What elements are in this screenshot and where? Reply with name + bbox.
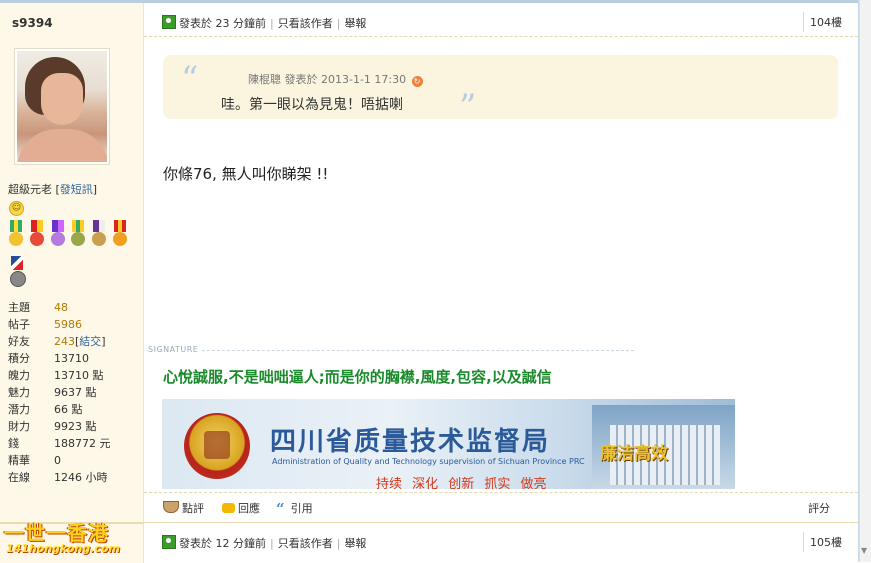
- quote-icon: “: [276, 500, 285, 518]
- stat-money: 錢 188772 元: [8, 437, 111, 450]
- post-time: 發表於 23 分鐘前: [179, 17, 266, 30]
- user-stats: 主題 48 帖子 5986 好友 243[結交] 積分 13710 魄力 13710 點 …: [8, 299, 111, 486]
- medal-row: [8, 220, 138, 253]
- author-name[interactable]: s9394: [12, 16, 53, 30]
- site-logo: 一世一香港 141hongkong.com: [2, 517, 130, 562]
- quote-header: 陳棍聰 發表於 2013-1-1 17:30 ↻: [248, 71, 423, 87]
- post-message: 你條76, 無人叫你睇架 !!: [163, 165, 329, 183]
- send-message-link[interactable]: 發短訊: [60, 183, 93, 196]
- add-friend-link[interactable]: 結交: [79, 335, 101, 348]
- signature-text: 心悅誠服,不是咄咄逼人;而是你的胸襟,風度,包容,以及誠信: [163, 368, 552, 386]
- next-only-author-link[interactable]: 只看該作者: [278, 537, 333, 550]
- online-status-icon: [162, 15, 176, 29]
- only-author-link[interactable]: 只看該作者: [278, 17, 333, 30]
- stat-power: 魄力 13710 點: [8, 369, 104, 382]
- author-sidebar: s9394 超級元老 [發短訊] ☺ 主題 48 帖子 5986 好友 243[結交]…: [0, 3, 144, 493]
- next-post-time: 發表於 12 分鐘前: [179, 537, 266, 550]
- stat-credits: 積分 13710: [8, 352, 89, 365]
- stat-posts-value[interactable]: 5986: [54, 318, 82, 331]
- report-link[interactable]: 舉報: [344, 17, 366, 30]
- post-actions: 點評 回應 “引用 評分: [144, 492, 858, 521]
- next-floor-number[interactable]: 105樓: [803, 532, 848, 552]
- medal-icon[interactable]: [8, 220, 24, 250]
- avatar-photo: [17, 51, 107, 162]
- vertical-scrollbar[interactable]: [859, 0, 871, 562]
- medal-icon[interactable]: [50, 220, 66, 250]
- stat-wealth: 財力 9923 點: [8, 420, 97, 433]
- medal-icon[interactable]: [91, 220, 107, 250]
- avatar[interactable]: [14, 48, 110, 165]
- next-post-header: 發表於 12 分鐘前 | 只看該作者 | 舉報 105樓: [144, 528, 858, 556]
- banner-subtitle: Administration of Quality and Technology…: [272, 457, 585, 466]
- stat-online: 在線 1246 小時: [8, 471, 108, 484]
- banner-stamp: 廉洁高效: [600, 444, 668, 464]
- jump-to-post-icon[interactable]: ↻: [411, 76, 423, 87]
- quote-text: 哇。第一眼以為見鬼！唔掂喇: [221, 97, 403, 113]
- medal-icon[interactable]: [112, 220, 128, 250]
- quote-block: “ 陳棍聰 發表於 2013-1-1 17:30 ↻ 哇。第一眼以為見鬼！唔掂喇…: [163, 55, 838, 127]
- post-meta: 發表於 23 分鐘前 | 只看該作者 | 舉報: [162, 15, 366, 31]
- rank-label: 超級元老: [8, 183, 52, 196]
- stat-digest: 精華 0: [8, 454, 61, 467]
- signature-label: SIGNATURE: [148, 345, 203, 354]
- reply-icon: [222, 503, 235, 513]
- close-quote-icon: ”: [459, 87, 477, 127]
- online-status-icon: [162, 535, 176, 549]
- smiley-icon: ☺: [9, 201, 24, 216]
- emblem-icon: [184, 413, 250, 479]
- next-post-meta: 發表於 12 分鐘前 | 只看該作者 | 舉報: [162, 535, 366, 551]
- stat-friends-value[interactable]: 243: [54, 335, 75, 348]
- floor-number[interactable]: 104樓: [803, 12, 848, 32]
- rate-button[interactable]: 點評: [163, 500, 204, 516]
- medal-icon[interactable]: [9, 256, 26, 290]
- user-rank: 超級元老 [發短訊]: [8, 183, 98, 196]
- reply-button[interactable]: 回應: [222, 500, 260, 516]
- quote-time: 發表於 2013-1-1 17:30: [284, 73, 407, 86]
- stat-posts: 帖子 5986: [8, 318, 82, 331]
- signature-divider: [147, 350, 634, 352]
- quote-author[interactable]: 陳棍聰: [248, 73, 281, 86]
- scroll-down-icon[interactable]: ▼: [861, 546, 869, 556]
- banner-slogan: 持续 深化 创新 抓实 做亮: [376, 477, 547, 489]
- quote-button[interactable]: “引用: [276, 500, 313, 518]
- stat-potential: 潛力 66 點: [8, 403, 83, 416]
- open-quote-icon: “: [181, 59, 199, 99]
- stat-friends: 好友 243[結交]: [8, 335, 106, 348]
- post-header: 發表於 23 分鐘前 | 只看該作者 | 舉報 104樓: [144, 8, 858, 37]
- stat-charm: 魅力 9637 點: [8, 386, 97, 399]
- signature-banner[interactable]: 四川省质量技术监督局 Administration of Quality and…: [162, 399, 735, 489]
- medal-icon[interactable]: [29, 220, 45, 250]
- stat-topics: 主題 48: [8, 301, 68, 314]
- next-report-link[interactable]: 舉報: [344, 537, 366, 550]
- logo-line2: 141hongkong.com: [6, 542, 120, 555]
- score-link[interactable]: 評分: [808, 500, 830, 516]
- medal-icon[interactable]: [70, 220, 86, 250]
- coffee-icon: [163, 501, 179, 513]
- banner-title: 四川省质量技术监督局: [270, 427, 551, 457]
- stat-topics-value[interactable]: 48: [54, 301, 68, 314]
